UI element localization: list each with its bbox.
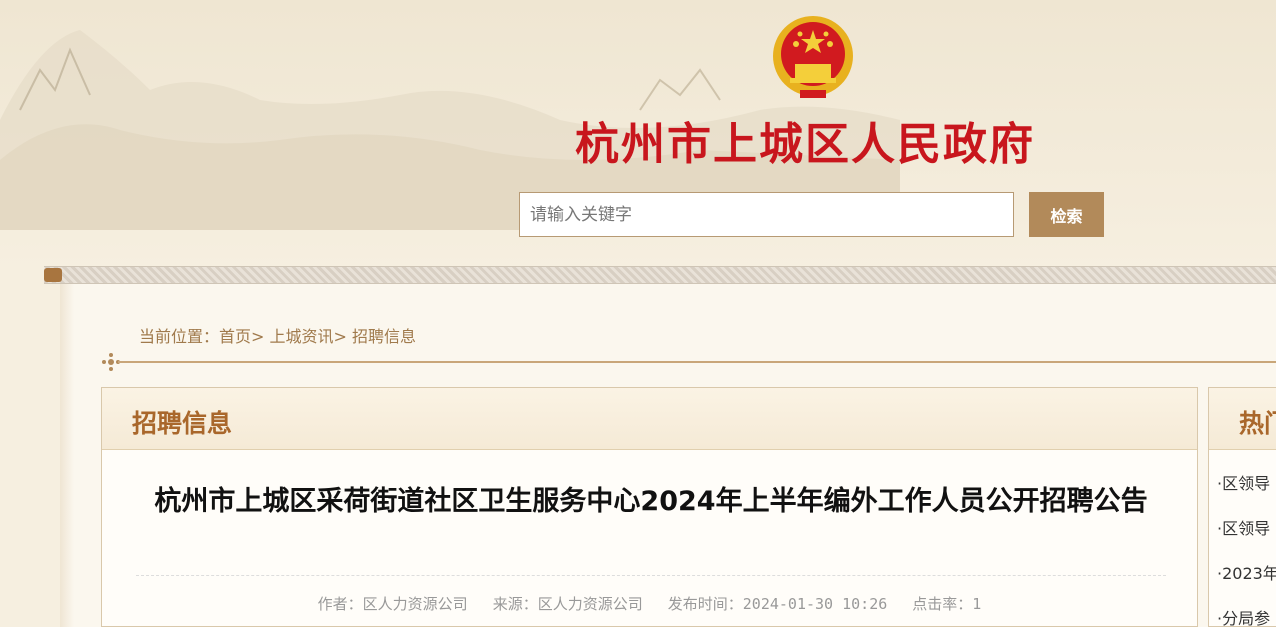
article-clicks: 点击率：1: [912, 595, 982, 613]
side-panel: 热门 ·区领导 ·区领导 ·2023年 ·分局参: [1208, 387, 1276, 627]
article-source: 来源：区人力资源公司: [492, 595, 643, 613]
side-list-item[interactable]: ·区领导: [1217, 515, 1270, 539]
site-title: 杭州市上城区人民政府: [575, 119, 1035, 170]
side-list-item[interactable]: ·2023年: [1217, 560, 1276, 584]
main-panel: 招聘信息 杭州市上城区采荷街道社区卫生服务中心2024年上半年编外工作人员公开招…: [101, 387, 1198, 627]
header: 杭州市上城区人民政府 检索: [0, 0, 1276, 270]
paper-edge-decoration: [60, 284, 74, 627]
article-meta: 作者：区人力资源公司 来源：区人力资源公司 发布时间：2024-01-30 10…: [102, 593, 1197, 614]
side-panel-title: 热门: [1239, 409, 1276, 438]
national-emblem-icon: [773, 16, 853, 98]
side-list-item[interactable]: ·区领导: [1217, 470, 1270, 494]
article-publish-time: 发布时间：2024-01-30 10:26: [667, 595, 888, 613]
divider-line: [118, 361, 1276, 363]
side-list-item[interactable]: ·分局参: [1217, 605, 1270, 626]
search-button[interactable]: 检索: [1029, 192, 1104, 237]
article-title: 杭州市上城区采荷街道社区卫生服务中心2024年上半年编外工作人员公开招聘公告: [154, 486, 1148, 517]
breadcrumb-prefix: 当前位置：: [139, 327, 220, 346]
scroll-cap-decoration: [44, 268, 62, 282]
breadcrumb-item-recruitment[interactable]: 招聘信息: [352, 327, 416, 346]
scroll-rod-decoration: [44, 266, 1276, 284]
panel-header: 招聘信息: [102, 388, 1197, 450]
breadcrumb-item-news[interactable]: 上城资讯: [270, 327, 334, 346]
breadcrumb-separator: >: [251, 327, 265, 346]
search-input[interactable]: [519, 192, 1014, 237]
side-panel-header: 热门: [1209, 388, 1276, 450]
breadcrumb-separator: >: [333, 327, 347, 346]
breadcrumb: 当前位置：首页> 上城资讯> 招聘信息: [139, 323, 416, 347]
article-author: 作者：区人力资源公司: [317, 595, 468, 613]
section-title: 招聘信息: [132, 409, 233, 438]
article-divider: [136, 575, 1166, 576]
breadcrumb-item-home[interactable]: 首页: [219, 327, 251, 346]
